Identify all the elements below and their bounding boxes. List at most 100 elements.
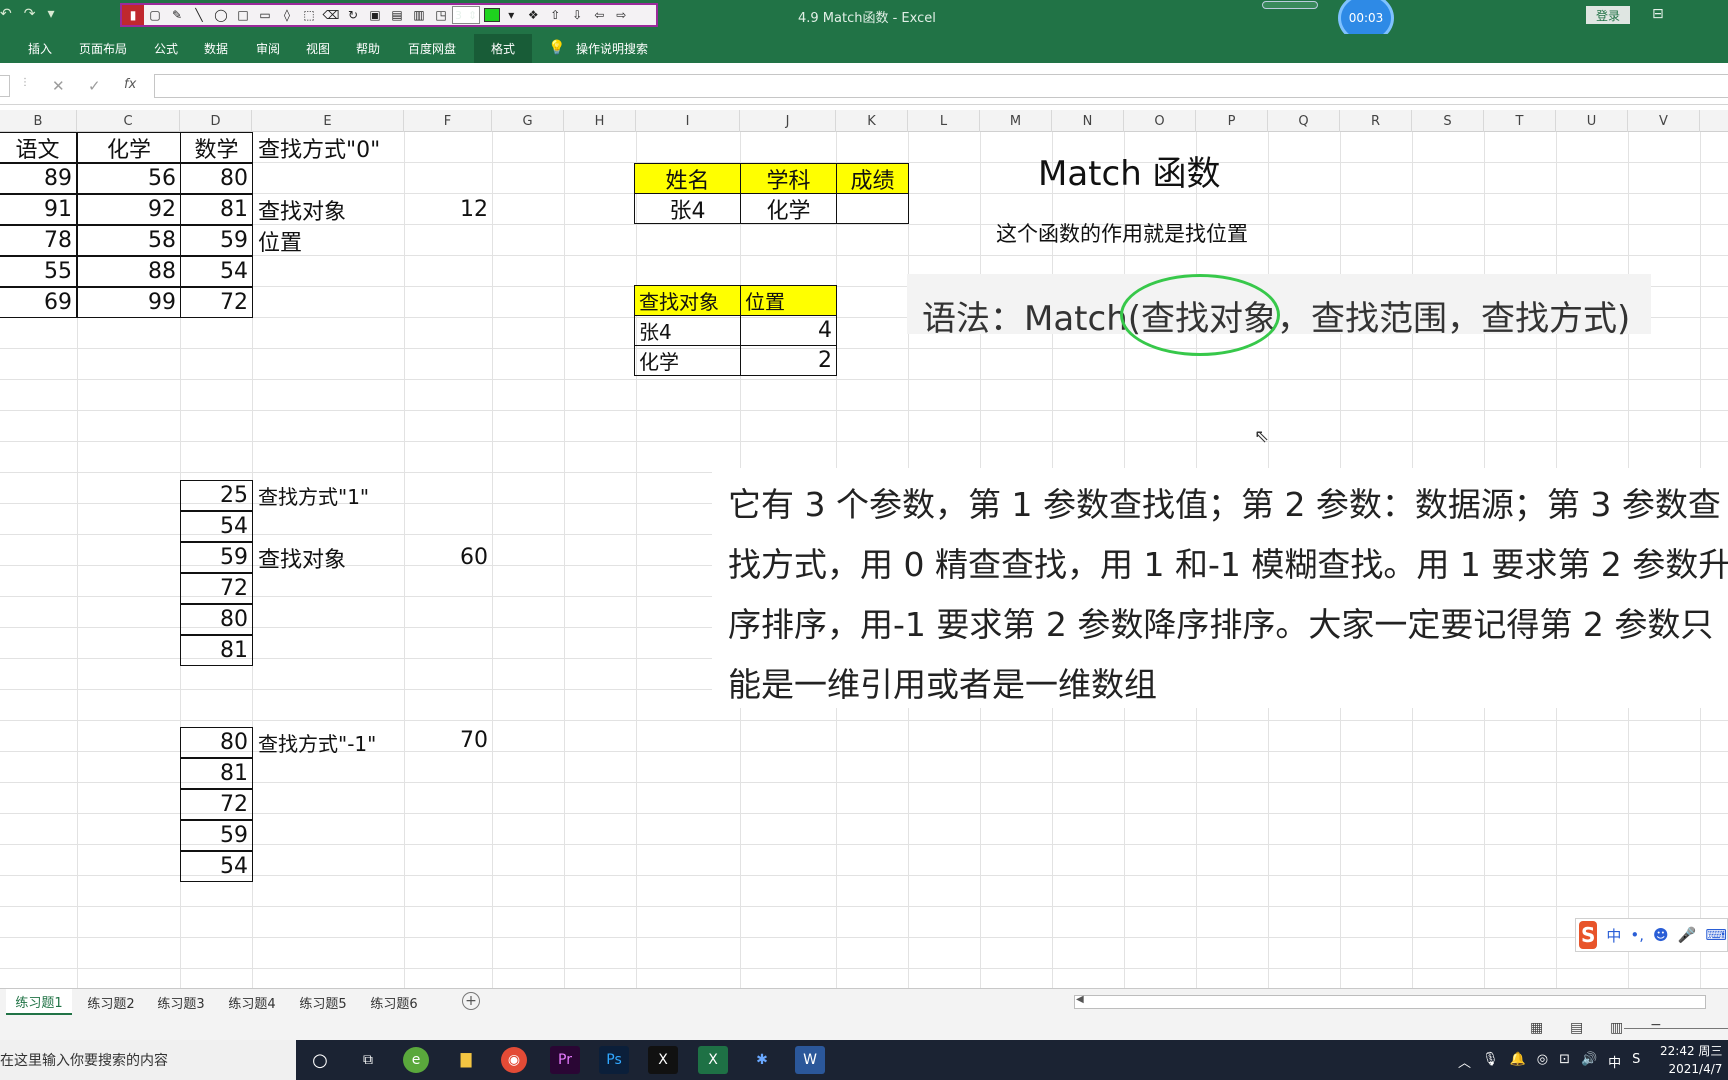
sheet-tab[interactable]: 练习题5: [288, 989, 358, 1015]
header-cell[interactable]: 化学: [77, 132, 181, 163]
layers-tool-icon[interactable]: ❖: [522, 5, 544, 25]
table-cell[interactable]: 80: [180, 604, 253, 635]
keyboard-icon[interactable]: ⌨: [1705, 926, 1727, 944]
table-cell[interactable]: 81: [180, 635, 253, 666]
column-header-r[interactable]: R: [1340, 110, 1412, 132]
table-cell[interactable]: 92: [77, 194, 181, 225]
lookup0-position-label[interactable]: 位置: [254, 225, 404, 256]
insert-function-icon[interactable]: fx: [124, 77, 136, 92]
stepper-icon[interactable]: ⇕: [468, 9, 477, 22]
name-box[interactable]: [0, 75, 10, 97]
header-cell[interactable]: 成绩: [836, 163, 909, 194]
ime-language-toggle[interactable]: 中: [1606, 925, 1621, 946]
excel-icon[interactable]: X: [698, 1046, 728, 1074]
rectangle-tool-icon[interactable]: □: [232, 5, 254, 25]
lookup1-mode[interactable]: 查找方式"1": [254, 480, 404, 511]
taskbar-search[interactable]: 在这里输入你要搜索的内容: [0, 1040, 296, 1080]
dashed-rect-tool-icon[interactable]: ⬚: [298, 5, 320, 25]
column-header-j[interactable]: J: [740, 110, 836, 132]
customize-icon[interactable]: ▾: [47, 6, 54, 22]
frame-tool-icon[interactable]: ▣: [364, 5, 386, 25]
tab-data[interactable]: 数据: [194, 34, 238, 63]
table-cell[interactable]: 55: [0, 256, 77, 287]
redo-icon[interactable]: ↷: [24, 6, 36, 22]
sogou-tray-icon[interactable]: S: [1632, 1052, 1640, 1071]
ellipse-tool-icon[interactable]: ◯: [210, 5, 232, 25]
ribbon-display-icon[interactable]: ⊟: [1652, 6, 1664, 22]
column-header-e[interactable]: E: [252, 110, 404, 132]
header-cell[interactable]: 查找对象: [634, 285, 741, 316]
lookup1-target-value[interactable]: 60: [404, 542, 492, 573]
lookup0-target-label[interactable]: 查找对象: [254, 194, 404, 225]
table-cell[interactable]: 72: [180, 287, 253, 318]
arrow-right-icon[interactable]: ⇨: [610, 5, 632, 25]
input-language[interactable]: 中: [1608, 1052, 1621, 1071]
table-cell[interactable]: 化学: [634, 345, 741, 376]
table-cell[interactable]: 张4: [634, 315, 741, 346]
tab-formulas[interactable]: 公式: [144, 34, 188, 63]
sheet-tab[interactable]: 练习题6: [359, 989, 429, 1015]
header-cell[interactable]: 姓名: [634, 163, 741, 194]
rounded-rect-tool-icon[interactable]: ▭: [254, 5, 276, 25]
normal-view-icon[interactable]: ▦: [1530, 1020, 1543, 1036]
enter-icon[interactable]: ✓: [88, 77, 101, 95]
table-cell[interactable]: 88: [77, 256, 181, 287]
cancel-icon[interactable]: ✕: [52, 77, 65, 95]
chrome-icon[interactable]: ◉: [501, 1047, 527, 1073]
table-cell[interactable]: 89: [0, 163, 77, 194]
table-cell[interactable]: 4: [740, 315, 837, 346]
punctuation-icon[interactable]: •,: [1630, 926, 1644, 944]
column-header-f[interactable]: F: [404, 110, 492, 132]
column-header-v[interactable]: V: [1628, 110, 1700, 132]
table-cell[interactable]: 张4: [634, 193, 741, 224]
open-tool-icon[interactable]: ▥: [408, 5, 430, 25]
table-cell[interactable]: 81: [180, 194, 253, 225]
color-dropdown-icon[interactable]: ▾: [500, 5, 522, 25]
table-cell[interactable]: 56: [77, 163, 181, 194]
table-cell[interactable]: 69: [0, 287, 77, 318]
table-cell[interactable]: 59: [180, 820, 253, 851]
volume-icon[interactable]: 🔊: [1581, 1052, 1597, 1071]
table-cell[interactable]: 80: [180, 727, 253, 758]
zoom-slider[interactable]: [1624, 1028, 1728, 1029]
table-cell[interactable]: 81: [180, 758, 253, 789]
sheet-tab[interactable]: 练习题1: [6, 989, 72, 1015]
column-header-s[interactable]: S: [1412, 110, 1484, 132]
tab-help[interactable]: 帮助: [346, 34, 390, 63]
eraser-tool-icon[interactable]: ⌫: [320, 5, 342, 25]
show-hidden-icons-icon[interactable]: ︿: [1458, 1052, 1471, 1071]
add-sheet-icon[interactable]: +: [462, 992, 480, 1010]
emoji-icon[interactable]: ☻: [1653, 926, 1669, 944]
table-cell[interactable]: 78: [0, 225, 77, 256]
sheet-tab[interactable]: 练习题4: [217, 989, 287, 1015]
login-button[interactable]: 登录: [1586, 6, 1630, 24]
column-header-d[interactable]: D: [180, 110, 252, 132]
page-break-view-icon[interactable]: ▥: [1610, 1020, 1623, 1036]
table-cell[interactable]: 54: [180, 256, 253, 287]
header-cell[interactable]: 语文: [0, 132, 77, 163]
undo-icon[interactable]: ↶: [0, 6, 12, 22]
premiere-icon[interactable]: Pr: [550, 1046, 580, 1074]
pen-tool-icon[interactable]: ✎: [166, 5, 188, 25]
table-cell[interactable]: 80: [180, 163, 253, 194]
table-cell[interactable]: 72: [180, 573, 253, 604]
column-header-c[interactable]: C: [77, 110, 180, 132]
column-header-n[interactable]: N: [1052, 110, 1124, 132]
zoom-out-icon[interactable]: −: [1650, 1017, 1662, 1033]
column-header-h[interactable]: H: [564, 110, 636, 132]
word-icon[interactable]: W: [795, 1046, 825, 1074]
tab-insert[interactable]: 插入: [18, 34, 62, 63]
capcut-icon[interactable]: X: [648, 1046, 678, 1074]
sheet-tab[interactable]: 练习题2: [76, 989, 146, 1015]
column-header-p[interactable]: P: [1196, 110, 1268, 132]
microphone-tray-icon[interactable]: 🎙: [1482, 1052, 1499, 1071]
lookup-neg1-mode[interactable]: 查找方式"-1": [254, 727, 404, 758]
line-width-select[interactable]: 3 ⇕: [452, 6, 481, 24]
column-header-l[interactable]: L: [908, 110, 980, 132]
column-header-b[interactable]: B: [0, 110, 77, 132]
tab-view[interactable]: 视图: [296, 34, 340, 63]
header-cell[interactable]: 位置: [740, 285, 837, 316]
header-cell[interactable]: 数学: [180, 132, 253, 163]
table-cell[interactable]: 91: [0, 194, 77, 225]
horizontal-scrollbar[interactable]: [1074, 995, 1706, 1009]
